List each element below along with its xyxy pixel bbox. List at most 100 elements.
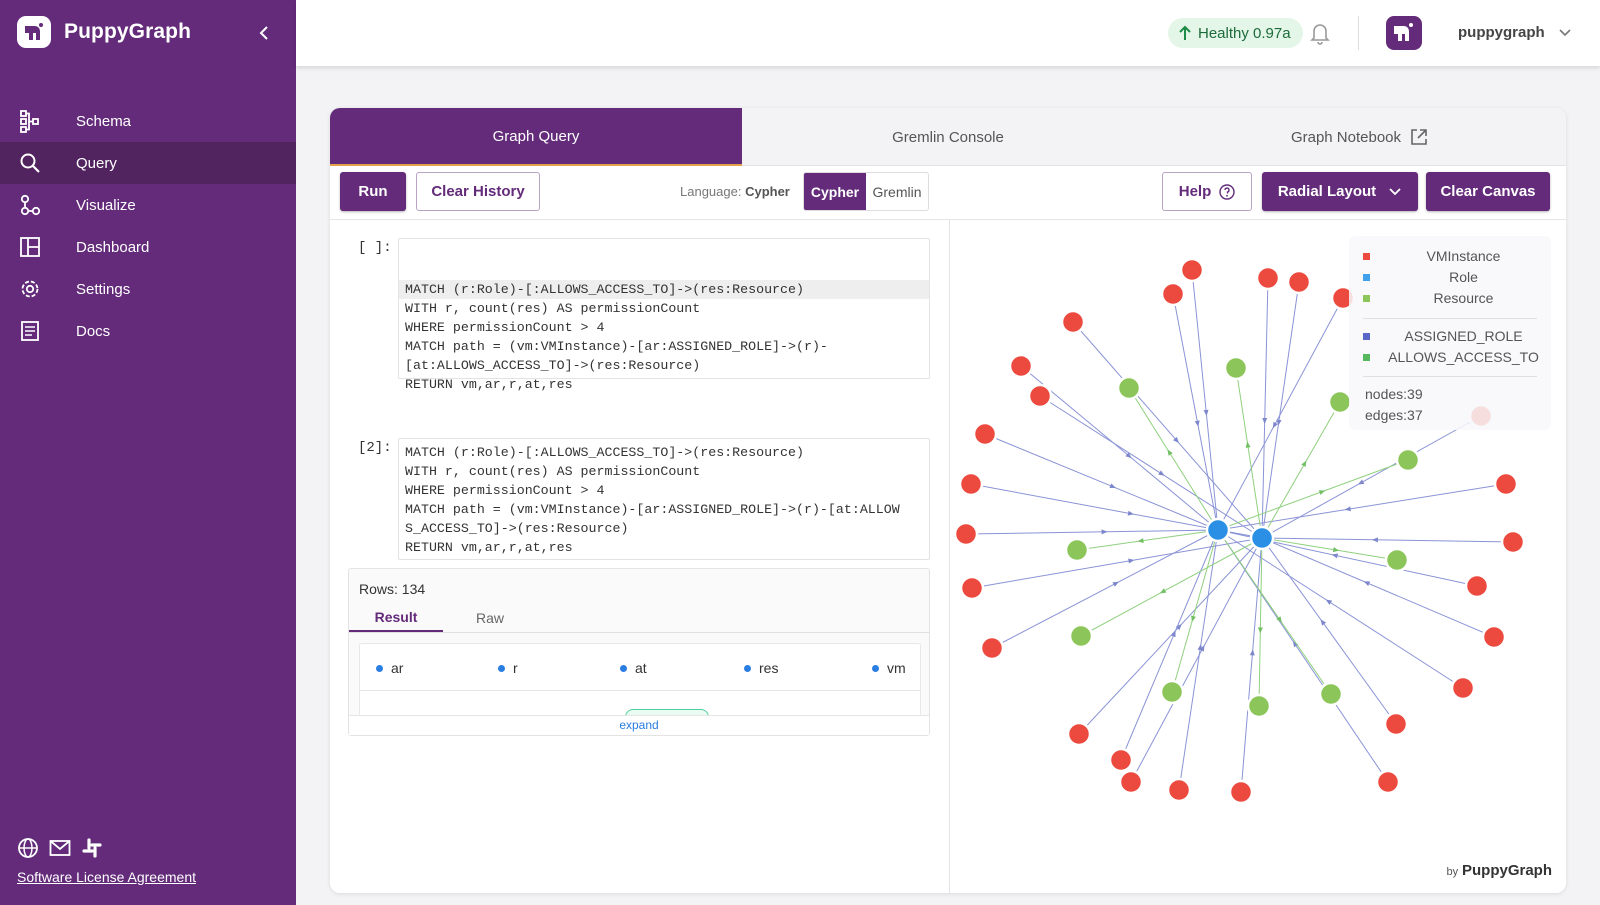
query-history-cell[interactable]: MATCH (r:Role)-[:ALLOWS_ACCESS_TO]->(res… xyxy=(398,438,930,560)
sidebar-item-settings[interactable]: Settings xyxy=(0,268,296,310)
user-name[interactable]: puppygraph xyxy=(1458,24,1545,41)
sidebar-item-dashboard[interactable]: Dashboard xyxy=(0,226,296,268)
graph-edge[interactable] xyxy=(1130,537,1263,783)
notification-bell-icon[interactable] xyxy=(1308,20,1332,46)
sidebar-item-docs[interactable]: Docs xyxy=(0,310,296,352)
role-node[interactable] xyxy=(1249,525,1275,551)
graph-edge[interactable] xyxy=(1120,529,1219,761)
vminstance-node[interactable] xyxy=(1383,711,1409,737)
clear-canvas-button[interactable]: Clear Canvas xyxy=(1426,172,1550,211)
vminstance-node[interactable] xyxy=(1286,269,1312,295)
run-button[interactable]: Run xyxy=(340,172,406,211)
code-line: MATCH path = (vm:VMInstance)-[ar:ASSIGNE… xyxy=(405,339,828,373)
language-option-cypher[interactable]: Cypher xyxy=(804,173,866,210)
tab-gremlin-console[interactable]: Gremlin Console xyxy=(742,108,1154,166)
graph-edge[interactable] xyxy=(1217,459,1409,531)
column-header[interactable]: r xyxy=(498,660,518,676)
graph-edge[interactable] xyxy=(1217,483,1507,531)
graph-edge[interactable] xyxy=(1261,537,1495,638)
vminstance-node[interactable] xyxy=(1481,624,1507,650)
graph-edge[interactable] xyxy=(1191,269,1219,531)
vminstance-node[interactable] xyxy=(1066,721,1092,747)
resource-node[interactable] xyxy=(1318,681,1344,707)
resource-node[interactable] xyxy=(1116,375,1142,401)
vminstance-node[interactable] xyxy=(953,521,979,547)
vminstance-node[interactable] xyxy=(1118,769,1144,795)
graph-edge[interactable] xyxy=(1171,529,1219,693)
graph-canvas[interactable]: VMInstance Role Resource ASSIGNED_ROLE A… xyxy=(951,220,1566,893)
column-header[interactable]: vm xyxy=(872,660,906,676)
graph-edge[interactable] xyxy=(1261,537,1514,543)
query-editor[interactable]: MATCH (r:Role)-[:ALLOWS_ACCESS_TO]->(res… xyxy=(398,238,930,392)
clear-history-button[interactable]: Clear History xyxy=(416,172,540,211)
resource-node[interactable] xyxy=(1223,355,1249,381)
vminstance-node[interactable] xyxy=(958,471,984,497)
help-button[interactable]: Help xyxy=(1162,172,1252,211)
brand[interactable]: PuppyGraph xyxy=(16,14,191,50)
column-header[interactable]: at xyxy=(620,660,647,676)
graph-edge[interactable] xyxy=(1261,415,1482,539)
sidebar-item-schema[interactable]: Schema xyxy=(0,100,296,142)
sidebar-item-visualize[interactable]: Visualize xyxy=(0,184,296,226)
vminstance-node[interactable] xyxy=(1160,281,1186,307)
chevron-down-icon[interactable] xyxy=(1558,26,1572,40)
vminstance-node[interactable] xyxy=(1464,573,1490,599)
role-node[interactable] xyxy=(1205,517,1231,543)
license-link[interactable]: Software License Agreement xyxy=(17,869,196,885)
graph-edge[interactable] xyxy=(1039,395,1263,539)
language-option-gremlin[interactable]: Gremlin xyxy=(866,173,928,210)
vminstance-node[interactable] xyxy=(959,575,985,601)
vminstance-node[interactable] xyxy=(1027,383,1053,409)
resource-node[interactable] xyxy=(1246,693,1272,719)
graph-edge[interactable] xyxy=(1078,537,1263,735)
help-label: Help xyxy=(1178,183,1212,200)
vminstance-node[interactable] xyxy=(1375,769,1401,795)
graph-edge[interactable] xyxy=(1261,281,1300,539)
graph-edge[interactable] xyxy=(971,537,1263,589)
avatar[interactable] xyxy=(1386,14,1422,52)
resource-node[interactable] xyxy=(1068,623,1094,649)
tab-graph-notebook[interactable]: Graph Notebook xyxy=(1154,108,1566,166)
vminstance-node[interactable] xyxy=(1450,675,1476,701)
vminstance-node[interactable] xyxy=(1255,265,1281,291)
edge-arrow xyxy=(1167,449,1173,456)
edges-count: edges:37 xyxy=(1365,407,1423,423)
tab-raw[interactable]: Raw xyxy=(443,603,537,632)
expand-link[interactable]: expand xyxy=(349,715,929,735)
graph-edge[interactable] xyxy=(1217,529,1464,689)
resource-node[interactable] xyxy=(1159,679,1185,705)
graph-edge[interactable] xyxy=(1261,277,1269,539)
column-header[interactable]: res xyxy=(744,660,778,676)
mail-icon[interactable] xyxy=(49,837,71,859)
graph-edge[interactable] xyxy=(1076,529,1219,551)
graph-edge[interactable] xyxy=(1178,529,1219,791)
tab-result[interactable]: Result xyxy=(349,603,443,632)
vminstance-node[interactable] xyxy=(1008,353,1034,379)
vminstance-node[interactable] xyxy=(1108,747,1134,773)
globe-icon[interactable] xyxy=(17,837,39,859)
column-header[interactable]: ar xyxy=(376,660,403,676)
vminstance-node[interactable] xyxy=(1166,777,1192,803)
graph-edge[interactable] xyxy=(1240,537,1263,793)
vminstance-node[interactable] xyxy=(979,635,1005,661)
graph-edge[interactable] xyxy=(1217,297,1344,531)
vminstance-node[interactable] xyxy=(1179,257,1205,283)
layout-dropdown[interactable]: Radial Layout xyxy=(1262,172,1418,211)
vminstance-node[interactable] xyxy=(1493,471,1519,497)
graph-edge[interactable] xyxy=(1072,321,1263,539)
resource-node[interactable] xyxy=(1064,537,1090,563)
collapse-sidebar-icon[interactable] xyxy=(254,22,274,44)
resource-node[interactable] xyxy=(1384,547,1410,573)
result-panel: Rows: 134 Result Raw ar r at res vm expa… xyxy=(348,568,930,736)
resource-node[interactable] xyxy=(1327,389,1353,415)
resource-node[interactable] xyxy=(1395,447,1421,473)
vminstance-node[interactable] xyxy=(1060,309,1086,335)
tab-graph-query[interactable]: Graph Query xyxy=(330,108,742,166)
graph-edge[interactable] xyxy=(991,529,1219,649)
slack-icon[interactable] xyxy=(81,837,103,859)
graph-edge[interactable] xyxy=(965,529,1219,535)
sidebar-item-query[interactable]: Query xyxy=(0,142,296,184)
vminstance-node[interactable] xyxy=(1228,779,1254,805)
vminstance-node[interactable] xyxy=(1500,529,1526,555)
vminstance-node[interactable] xyxy=(972,421,998,447)
